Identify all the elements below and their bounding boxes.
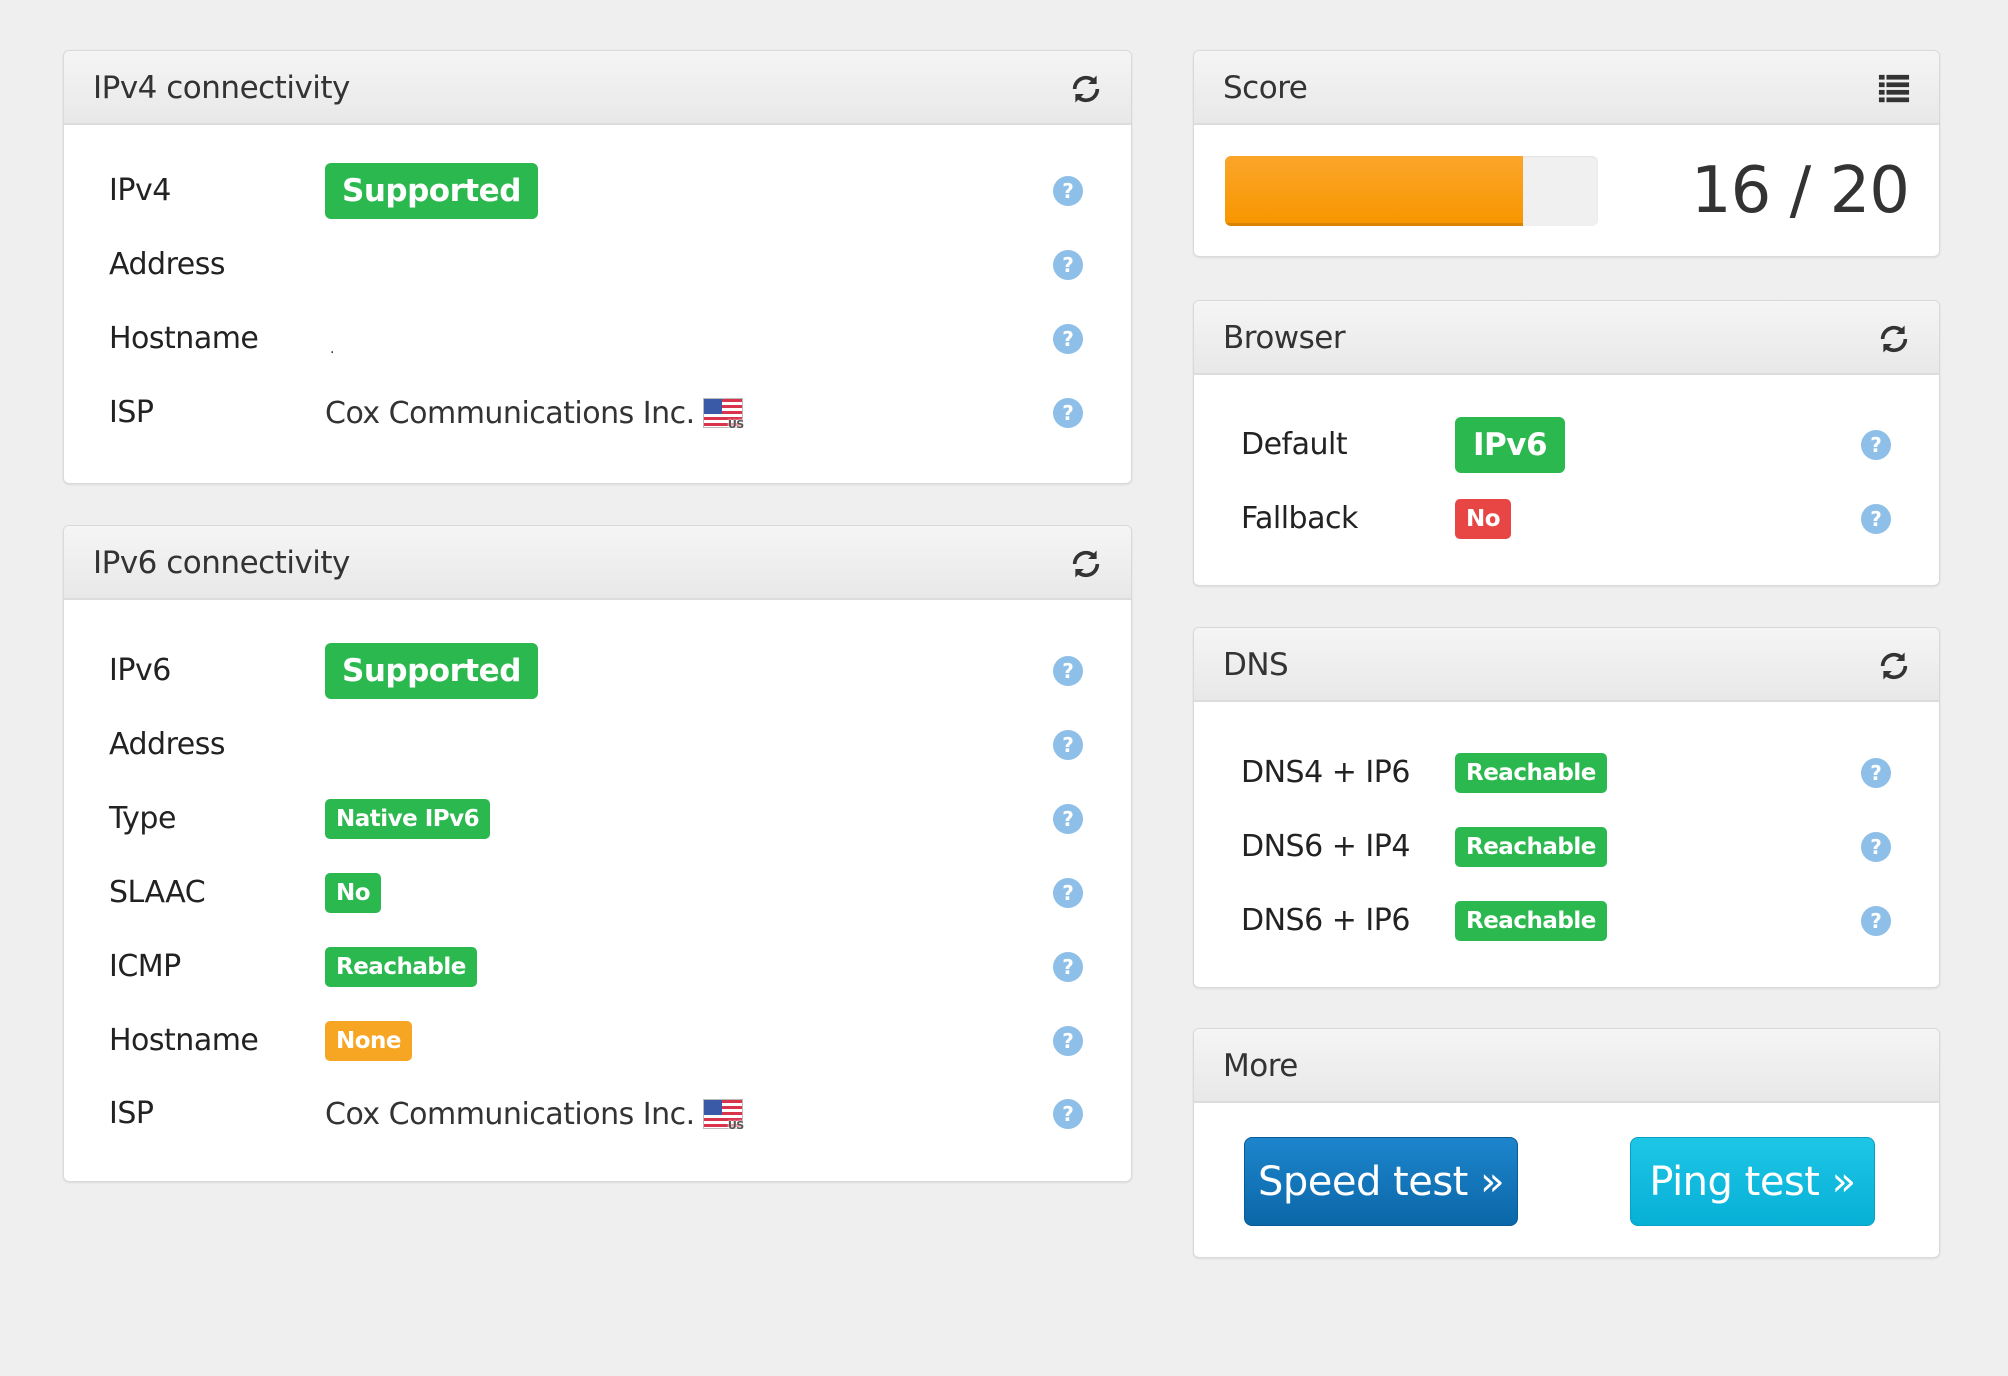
- row-label: ISP: [109, 1096, 154, 1131]
- help-icon[interactable]: ?: [1053, 1099, 1083, 1129]
- browser-panel-header: Browser: [1194, 301, 1939, 375]
- row-label: Hostname: [109, 321, 259, 356]
- browser-panel-title: Browser: [1223, 320, 1346, 356]
- help-icon[interactable]: ?: [1053, 176, 1083, 206]
- ipv6-row-ipv6: IPv6 Supported ?: [64, 642, 1131, 700]
- ipv6-row-address: Address ?: [64, 716, 1131, 774]
- score-panel: Score 16 / 20: [1193, 50, 1940, 257]
- status-badge: Reachable: [1455, 753, 1607, 793]
- help-icon[interactable]: ?: [1053, 952, 1083, 982]
- row-label: IPv4: [109, 173, 171, 208]
- us-flag-icon: US: [702, 398, 744, 431]
- score-progress-bar: [1225, 156, 1598, 226]
- score-panel-header: Score: [1194, 51, 1939, 125]
- dns-panel-title: DNS: [1223, 647, 1289, 683]
- dns-row-dns4-ip6: DNS4 + IP6 Reachable ?: [1194, 744, 1939, 802]
- row-label: Address: [109, 247, 225, 282]
- refresh-icon[interactable]: [1877, 322, 1911, 356]
- flag-code: US: [727, 418, 744, 431]
- browser-panel: Browser Default IPv6 ? Fallback No ?: [1193, 300, 1940, 586]
- more-panel-title: More: [1223, 1048, 1298, 1084]
- ipv4-panel: IPv4 connectivity IPv4 Supported ? Addre…: [63, 50, 1132, 484]
- more-panel-header: More: [1194, 1029, 1939, 1103]
- help-icon[interactable]: ?: [1861, 504, 1891, 534]
- dns-panel: DNS DNS4 + IP6 Reachable ? DNS6 + IP4 Re…: [1193, 627, 1940, 988]
- help-icon[interactable]: ?: [1053, 250, 1083, 280]
- score-value: 16 / 20: [1690, 154, 1910, 228]
- help-icon[interactable]: ?: [1053, 1026, 1083, 1056]
- help-icon[interactable]: ?: [1053, 804, 1083, 834]
- status-badge: Reachable: [1455, 827, 1607, 867]
- help-icon[interactable]: ?: [1861, 758, 1891, 788]
- refresh-icon[interactable]: [1877, 649, 1911, 683]
- ipv6-panel: IPv6 connectivity IPv6 Supported ? Addre…: [63, 525, 1132, 1182]
- status-badge: Supported: [325, 643, 538, 699]
- row-label: ICMP: [109, 949, 181, 984]
- ping-test-button[interactable]: Ping test »: [1630, 1137, 1875, 1226]
- row-label: Default: [1241, 427, 1348, 462]
- ipv6-row-icmp: ICMP Reachable ?: [64, 938, 1131, 996]
- row-label: SLAAC: [109, 875, 206, 910]
- dns-row-dns6-ip6: DNS6 + IP6 Reachable ?: [1194, 892, 1939, 950]
- browser-row-default: Default IPv6 ?: [1194, 416, 1939, 474]
- ipv4-panel-title: IPv4 connectivity: [93, 70, 350, 106]
- refresh-icon[interactable]: [1069, 547, 1103, 581]
- row-label: Hostname: [109, 1023, 259, 1058]
- us-flag-icon: US: [702, 1099, 744, 1132]
- ipv6-row-isp: ISP Cox Communications Inc. US ?: [64, 1085, 1131, 1143]
- help-icon[interactable]: ?: [1053, 398, 1083, 428]
- help-icon[interactable]: ?: [1861, 430, 1891, 460]
- status-badge: No: [325, 873, 382, 913]
- dns-row-dns6-ip4: DNS6 + IP4 Reachable ?: [1194, 818, 1939, 876]
- status-badge: No: [1455, 499, 1512, 539]
- help-icon[interactable]: ?: [1053, 730, 1083, 760]
- refresh-icon[interactable]: [1069, 72, 1103, 106]
- help-icon[interactable]: ?: [1053, 324, 1083, 354]
- row-label: Fallback: [1241, 501, 1358, 536]
- ipv6-row-type: Type Native IPv6 ?: [64, 790, 1131, 848]
- row-label: Type: [109, 801, 176, 836]
- ipv6-row-slaac: SLAAC No ?: [64, 864, 1131, 922]
- hostname-value: .: [330, 341, 334, 357]
- ipv4-row-ipv4: IPv4 Supported ?: [64, 162, 1131, 220]
- ipv4-row-hostname: Hostname . ?: [64, 310, 1131, 368]
- row-label: Address: [109, 727, 225, 762]
- ipv6-panel-title: IPv6 connectivity: [93, 545, 350, 581]
- row-label: DNS6 + IP6: [1241, 903, 1410, 938]
- speed-test-button[interactable]: Speed test »: [1244, 1137, 1518, 1226]
- ipv6-panel-header: IPv6 connectivity: [64, 526, 1131, 600]
- help-icon[interactable]: ?: [1861, 832, 1891, 862]
- help-icon[interactable]: ?: [1053, 878, 1083, 908]
- ipv4-row-isp: ISP Cox Communications Inc. US ?: [64, 384, 1131, 442]
- status-badge: None: [325, 1021, 413, 1061]
- flag-code: US: [727, 1119, 744, 1132]
- row-label: DNS6 + IP4: [1241, 829, 1410, 864]
- dns-panel-header: DNS: [1194, 628, 1939, 702]
- help-icon[interactable]: ?: [1053, 656, 1083, 686]
- score-panel-title: Score: [1223, 70, 1308, 106]
- status-badge: Reachable: [325, 947, 477, 987]
- browser-row-fallback: Fallback No ?: [1194, 490, 1939, 548]
- status-badge: IPv6: [1455, 417, 1566, 473]
- score-progress-fill: [1225, 156, 1524, 226]
- isp-value: Cox Communications Inc.: [325, 395, 695, 431]
- help-icon[interactable]: ?: [1861, 906, 1891, 936]
- list-icon[interactable]: [1877, 73, 1911, 105]
- row-label: ISP: [109, 395, 154, 430]
- more-panel: More Speed test » Ping test »: [1193, 1028, 1940, 1258]
- row-label: IPv6: [109, 653, 171, 688]
- row-label: DNS4 + IP6: [1241, 755, 1410, 790]
- status-badge: Supported: [325, 163, 538, 219]
- ipv4-panel-header: IPv4 connectivity: [64, 51, 1131, 125]
- isp-value: Cox Communications Inc.: [325, 1096, 695, 1132]
- status-badge: Native IPv6: [325, 799, 491, 839]
- status-badge: Reachable: [1455, 901, 1607, 941]
- ipv4-row-address: Address ?: [64, 236, 1131, 294]
- ipv6-row-hostname: Hostname None ?: [64, 1012, 1131, 1070]
